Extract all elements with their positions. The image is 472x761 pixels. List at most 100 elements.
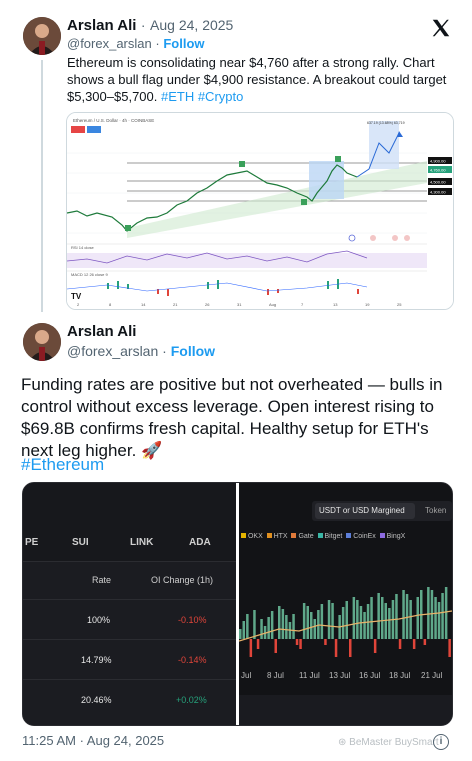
oi-bar (402, 590, 405, 639)
coin-header-3: ADA (189, 537, 211, 548)
legend-coinex: CoinEx (353, 533, 376, 540)
oi-bar (278, 606, 281, 639)
coin-header-1: SUI (72, 537, 89, 548)
handle-row: @forex_arslan · Follow (67, 343, 215, 359)
oi-bar (285, 615, 288, 639)
oi-bar (363, 612, 366, 639)
tradingview-logo-icon: TV (71, 292, 82, 301)
coin-header-2: LINK (130, 537, 154, 548)
chart-svg: Ethereum / U.S. Dollar · 4h · COINBASE 6… (67, 113, 453, 309)
oi-change-value: -0.10% (178, 615, 207, 625)
oi-bar (274, 639, 277, 653)
date-label: Jul (241, 671, 252, 680)
oi-bar (398, 639, 402, 649)
chart-scroller[interactable] (239, 695, 452, 725)
legend-gate: Gate (298, 533, 314, 540)
legend-bitget: Bitget (324, 533, 343, 540)
oi-bar (395, 594, 398, 639)
oi-bar (416, 597, 419, 639)
oi-bar (409, 600, 412, 639)
follow-button[interactable]: Follow (171, 343, 215, 359)
oi-bar (324, 639, 327, 645)
tweet-timestamp[interactable]: 11:25 AM · Aug 24, 2025 (22, 733, 164, 748)
legend-okx: OKX (247, 533, 263, 540)
chart-header: Ethereum / U.S. Dollar · 4h · COINBASE (73, 118, 154, 123)
info-icon[interactable]: i (433, 734, 449, 750)
x-tick-2: 14 (141, 302, 146, 307)
tweet-text: Funding rates are positive but not overh… (21, 375, 443, 460)
avatar-photo (23, 17, 61, 55)
oi-bar (441, 593, 444, 639)
coin-header-0b: PE (25, 537, 39, 548)
separator: · (155, 36, 160, 51)
date-label: 8 Jul (267, 671, 284, 680)
oi-bar (320, 604, 324, 639)
author-name[interactable]: Arslan Ali (67, 323, 136, 340)
oi-bar (334, 639, 338, 657)
rate-value: 14.79% (81, 655, 112, 665)
oi-bar (270, 611, 274, 639)
oi-bar (239, 629, 242, 639)
quoted-hashtags[interactable]: #ETH #Crypto (161, 89, 243, 104)
oi-bar (281, 609, 285, 639)
oi-bar (249, 639, 253, 657)
quoted-text-block: Ethereum is consolidating near $4,760 af… (67, 54, 457, 105)
x-tick-3: 21 (173, 302, 178, 307)
oi-bar (260, 619, 263, 639)
media-grid[interactable]: PE PE SUI LINK ADA Rate OI Change (1h) 1… (22, 482, 453, 726)
chart-legend: OKX HTX Gate Bitget CoinEx BingX (241, 533, 405, 540)
oi-bar (349, 639, 352, 657)
funding-bar-chart (239, 587, 452, 657)
x-tick-10: 25 (397, 302, 402, 307)
oi-bar (412, 639, 416, 649)
follow-button[interactable]: Follow (163, 36, 204, 51)
oi-bar (444, 587, 448, 639)
tweet-date[interactable]: Aug 24, 2025 (150, 17, 233, 33)
oi-change-value: -0.14% (178, 655, 207, 665)
rsi-label: RSI 14 close (71, 245, 94, 250)
price-tag-1: 4,760.00 (430, 168, 446, 173)
oi-bar (430, 590, 434, 639)
oi-bar (299, 639, 302, 649)
handle-row: @forex_arslan · Follow (67, 36, 205, 51)
oi-bar (295, 639, 299, 645)
hashtag-ethereum[interactable]: #Ethereum (21, 454, 104, 476)
quoted-text: Ethereum is consolidating near $4,760 af… (67, 55, 447, 104)
author-handle[interactable]: @forex_arslan (67, 343, 158, 359)
oi-bar (292, 614, 295, 639)
x-logo-icon[interactable] (430, 17, 452, 39)
quoted-header: Arslan Ali · Aug 24, 2025 (67, 17, 233, 35)
oi-bar (388, 608, 391, 639)
macd-label: MACD 12 26 close 9 (71, 272, 108, 277)
oi-bar (313, 619, 316, 639)
avatar[interactable] (23, 323, 61, 361)
open-interest-chart-panel[interactable]: USDT or USD Margined Token OKX HTX Gate … (239, 483, 452, 725)
avatar[interactable] (23, 17, 61, 55)
col-oi-change: OI Change (1h) (151, 575, 214, 585)
oi-bar (356, 600, 359, 639)
trading-chart-image[interactable]: Ethereum / U.S. Dollar · 4h · COINBASE 6… (66, 112, 454, 310)
author-name[interactable]: Arslan Ali (67, 17, 136, 34)
price-tag-3: 4,300.00 (430, 190, 446, 195)
oi-bar (267, 617, 270, 639)
oi-bar (377, 593, 380, 639)
oi-bar (345, 601, 348, 639)
separator: · (140, 17, 146, 33)
date-label: 18 Jul (389, 671, 411, 680)
oi-bar (437, 602, 441, 639)
watermark: ⊛ BeMaster BuySmart (338, 737, 439, 748)
price-tag-0: 4,900.00 (430, 159, 446, 164)
date-label: 13 Jul (329, 671, 351, 680)
projection-label: 637.19 (13.68%) 63,719 (367, 121, 405, 125)
tab-token[interactable]: Token (425, 506, 446, 515)
oi-bar (256, 639, 260, 649)
tab-usdt-margined[interactable]: USDT or USD Margined (319, 506, 405, 515)
author-handle[interactable]: @forex_arslan (67, 36, 152, 51)
oi-bar (405, 594, 409, 639)
avatar-photo (23, 323, 61, 361)
watermark-text: BeMaster BuySmart (349, 737, 439, 748)
funding-table-panel[interactable]: PE PE SUI LINK ADA Rate OI Change (1h) 1… (23, 483, 236, 725)
oi-bar (327, 600, 331, 639)
legend-htx: HTX (273, 533, 288, 540)
oi-bar (427, 587, 430, 639)
